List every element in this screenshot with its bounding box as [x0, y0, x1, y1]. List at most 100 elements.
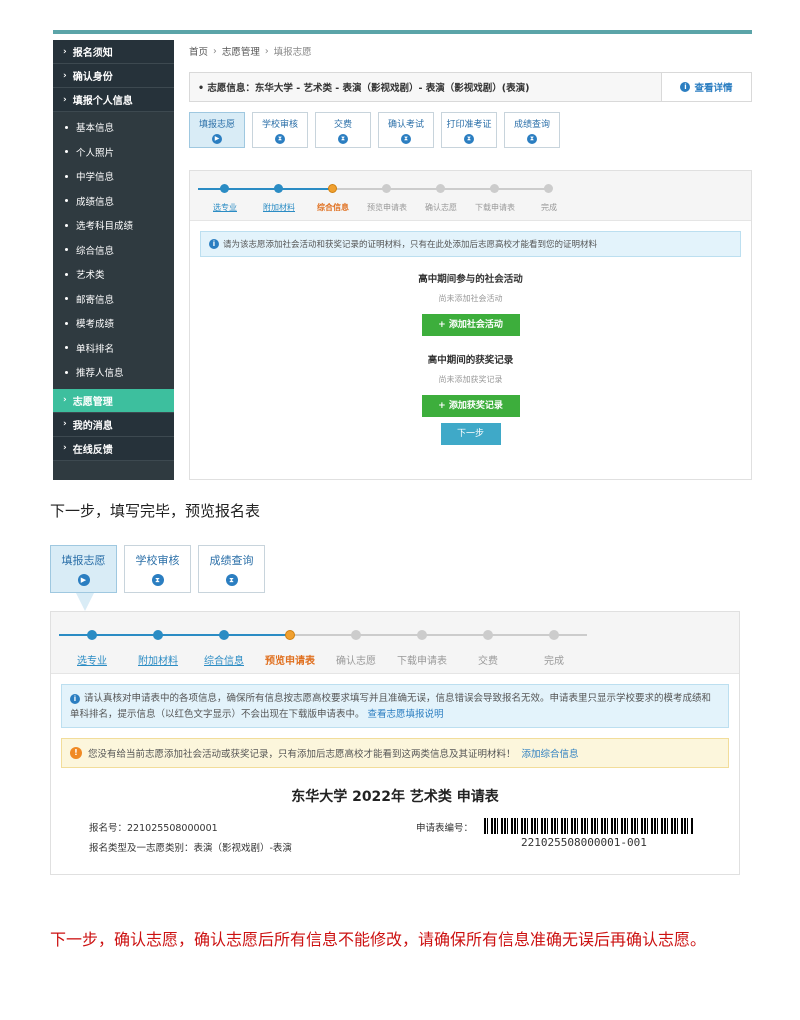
- tab-pointer-arrow: [76, 593, 94, 611]
- application-info-text: • 志愿信息：东华大学 - 艺术类 - 表演（影视戏剧）- 表演（影视戏剧）(表…: [198, 83, 530, 94]
- form-number-label: 申请表编号：: [416, 823, 474, 834]
- tab-score-query[interactable]: 成绩查询 ⧗: [198, 545, 265, 593]
- warning-icon: !: [70, 747, 82, 759]
- tab-school-review[interactable]: 学校审核 ⧗: [252, 112, 308, 148]
- warning-banner: ! 您没有给当前志愿添加社会活动或获奖记录，只有添加后志愿高校才能看到这两类信息及…: [61, 738, 729, 768]
- activity-section: 高中期间参与的社会活动 尚未添加社会活动 + 添加社会活动: [190, 271, 751, 336]
- step-node-current: [285, 630, 295, 640]
- step-node: [220, 184, 229, 193]
- notice-banner: i 请为该志愿添加社会活动和获奖记录的证明材料，只有在此处添加后志愿高校才能看到您…: [200, 231, 741, 257]
- breadcrumb-home[interactable]: 首页: [189, 44, 208, 58]
- registration-number: 报名号：221025508000001: [89, 823, 218, 834]
- sidebar-section-application-mgmt[interactable]: › 志愿管理: [53, 388, 174, 413]
- step-node: [483, 630, 493, 640]
- chevron-right-icon: ›: [63, 443, 67, 453]
- step-node-current: [328, 184, 337, 193]
- play-icon: ▶: [212, 133, 222, 144]
- sidebar-section-notice[interactable]: › 报名须知: [53, 40, 174, 64]
- bullet-icon: [65, 272, 68, 276]
- view-details-link[interactable]: i 查看详情: [661, 73, 751, 101]
- sidebar-item-subject-rank[interactable]: 单科排名: [53, 336, 174, 361]
- application-type: 报名类型及一志愿类别：表演（影视戏剧）-表演: [89, 843, 292, 854]
- sidebar: › 报名须知 › 确认身份 › 填报个人信息 基本信息 个人照片 中学信息 成绩信息 …: [53, 40, 174, 480]
- award-empty-text: 尚未添加获奖记录: [438, 375, 503, 384]
- caption-confirm: 下一步，确认志愿，确认志愿后所有信息不能修改，请确保所有信息准确无误后再确认志愿…: [50, 930, 707, 949]
- sidebar-item-arts[interactable]: 艺术类: [53, 262, 174, 287]
- tab-confirm-exam[interactable]: 确认考试 ⧗: [378, 112, 434, 148]
- info-icon: i: [70, 694, 80, 704]
- sidebar-item-referee[interactable]: 推荐人信息: [53, 360, 174, 385]
- step-node: [351, 630, 361, 640]
- award-title: 高中期间的获奖记录: [427, 355, 514, 366]
- top-accent-bar: [53, 30, 752, 34]
- breadcrumb-application-mgmt[interactable]: 志愿管理: [222, 44, 260, 58]
- application-info-bar: • 志愿信息：东华大学 - 艺术类 - 表演（影视戏剧）- 表演（影视戏剧）(表…: [189, 72, 752, 102]
- step-node: [274, 184, 283, 193]
- tab-payment[interactable]: 交费 ⧗: [315, 112, 371, 148]
- barcode-image: [484, 818, 694, 834]
- info-icon: i: [209, 239, 219, 249]
- chevron-right-icon: ›: [63, 70, 67, 81]
- add-general-info-link[interactable]: 添加综合信息: [522, 746, 579, 760]
- form-title: 东华大学 2022年 艺术类 申请表: [291, 789, 499, 805]
- chevron-right-icon: ›: [63, 419, 67, 429]
- sidebar-section-messages[interactable]: › 我的消息: [53, 412, 174, 437]
- breadcrumb-current: 填报志愿: [273, 47, 312, 58]
- tab-print-admission[interactable]: 打印准考证 ⧗: [441, 112, 497, 148]
- caption-preview: 下一步，填写完毕，预览报名表: [50, 502, 261, 520]
- chevron-right-icon: ›: [63, 46, 67, 57]
- add-activity-button[interactable]: + 添加社会活动: [421, 314, 520, 336]
- sidebar-section-identity[interactable]: › 确认身份: [53, 64, 174, 88]
- activity-empty-text: 尚未添加社会活动: [438, 294, 503, 303]
- screenshot-preview-form: 填报志愿 ▶ 学校审核 ⧗ 成绩查询 ⧗ 选专业 附加材料 综合信息 预览申请表 确认…: [50, 545, 740, 875]
- breadcrumb: 首页 › 志愿管理 › 填报志愿: [189, 40, 752, 62]
- bullet-icon: [65, 125, 68, 129]
- bullet-icon: [65, 150, 68, 154]
- bullet-icon: [65, 370, 68, 374]
- main-content: 首页 › 志愿管理 › 填报志愿 • 志愿信息：东华大学 - 艺术类 - 表演（…: [189, 40, 752, 480]
- step-node: [219, 630, 229, 640]
- sidebar-item-grades[interactable]: 成绩信息: [53, 189, 174, 214]
- sidebar-section-personal-info[interactable]: › 填报个人信息: [53, 88, 174, 112]
- step-node: [549, 630, 559, 640]
- sidebar-section-feedback[interactable]: › 在线反馈: [53, 436, 174, 461]
- sidebar-item-general-info[interactable]: 综合信息: [53, 238, 174, 263]
- bullet-icon: [65, 297, 68, 301]
- view-instructions-link[interactable]: 查看志愿填报说明: [368, 709, 444, 720]
- chevron-right-icon: ›: [264, 45, 269, 57]
- hourglass-icon: ⧗: [338, 133, 348, 144]
- process-tabs: 填报志愿 ▶ 学校审核 ⧗ 成绩查询 ⧗: [50, 545, 740, 593]
- bullet-icon: [65, 248, 68, 252]
- sidebar-item-elective-grades[interactable]: 选考科目成绩: [53, 213, 174, 238]
- sidebar-item-mailing-info[interactable]: 邮寄信息: [53, 287, 174, 312]
- bullet-icon: [65, 321, 68, 325]
- sidebar-item-photo[interactable]: 个人照片: [53, 140, 174, 165]
- step-node: [153, 630, 163, 640]
- sidebar-item-school-info[interactable]: 中学信息: [53, 164, 174, 189]
- hourglass-icon: ⧗: [464, 133, 474, 144]
- tab-school-review[interactable]: 学校审核 ⧗: [124, 545, 191, 593]
- bullet-icon: [65, 174, 68, 178]
- hourglass-icon: ⧗: [225, 574, 238, 586]
- hourglass-icon: ⧗: [151, 574, 164, 586]
- step-node: [436, 184, 445, 193]
- form-reg-row: 报名号：221025508000001 申请表编号：: [51, 818, 739, 834]
- chevron-right-icon: ›: [63, 395, 67, 405]
- award-section: 高中期间的获奖记录 尚未添加获奖记录 + 添加获奖记录: [190, 352, 751, 417]
- next-step-button[interactable]: 下一步: [440, 423, 501, 445]
- hourglass-icon: ⧗: [275, 133, 285, 144]
- step-node: [490, 184, 499, 193]
- progress-steps: 选专业 附加材料 综合信息 预览申请表 确认志愿 下载申请表 完成: [190, 171, 751, 221]
- progress-steps: 选专业 附加材料 综合信息 预览申请表 确认志愿 下载申请表 交费 完成: [51, 612, 739, 674]
- tab-fill-application[interactable]: 填报志愿 ▶: [189, 112, 245, 148]
- tab-score-query[interactable]: 成绩查询 ⧗: [504, 112, 560, 148]
- add-award-button[interactable]: + 添加获奖记录: [421, 395, 520, 417]
- sidebar-item-basic-info[interactable]: 基本信息: [53, 115, 174, 140]
- bullet-icon: [65, 199, 68, 203]
- process-tabs: 填报志愿 ▶ 学校审核 ⧗ 交费 ⧗ 确认考试 ⧗ 打印准考证 ⧗ 成绩查询 ⧗: [189, 112, 752, 148]
- form-type-row: 报名类型及一志愿类别：表演（影视戏剧）-表演 221025508000001-0…: [51, 836, 739, 854]
- tab-fill-application[interactable]: 填报志愿 ▶: [50, 545, 117, 593]
- notice-banner: i 请认真核对申请表中的各项信息，确保所有信息按志愿高校要求填写并且准确无误，信息…: [61, 684, 729, 728]
- sidebar-item-mock-exam[interactable]: 模考成绩: [53, 311, 174, 336]
- form-number: 221025508000001-001: [521, 836, 647, 849]
